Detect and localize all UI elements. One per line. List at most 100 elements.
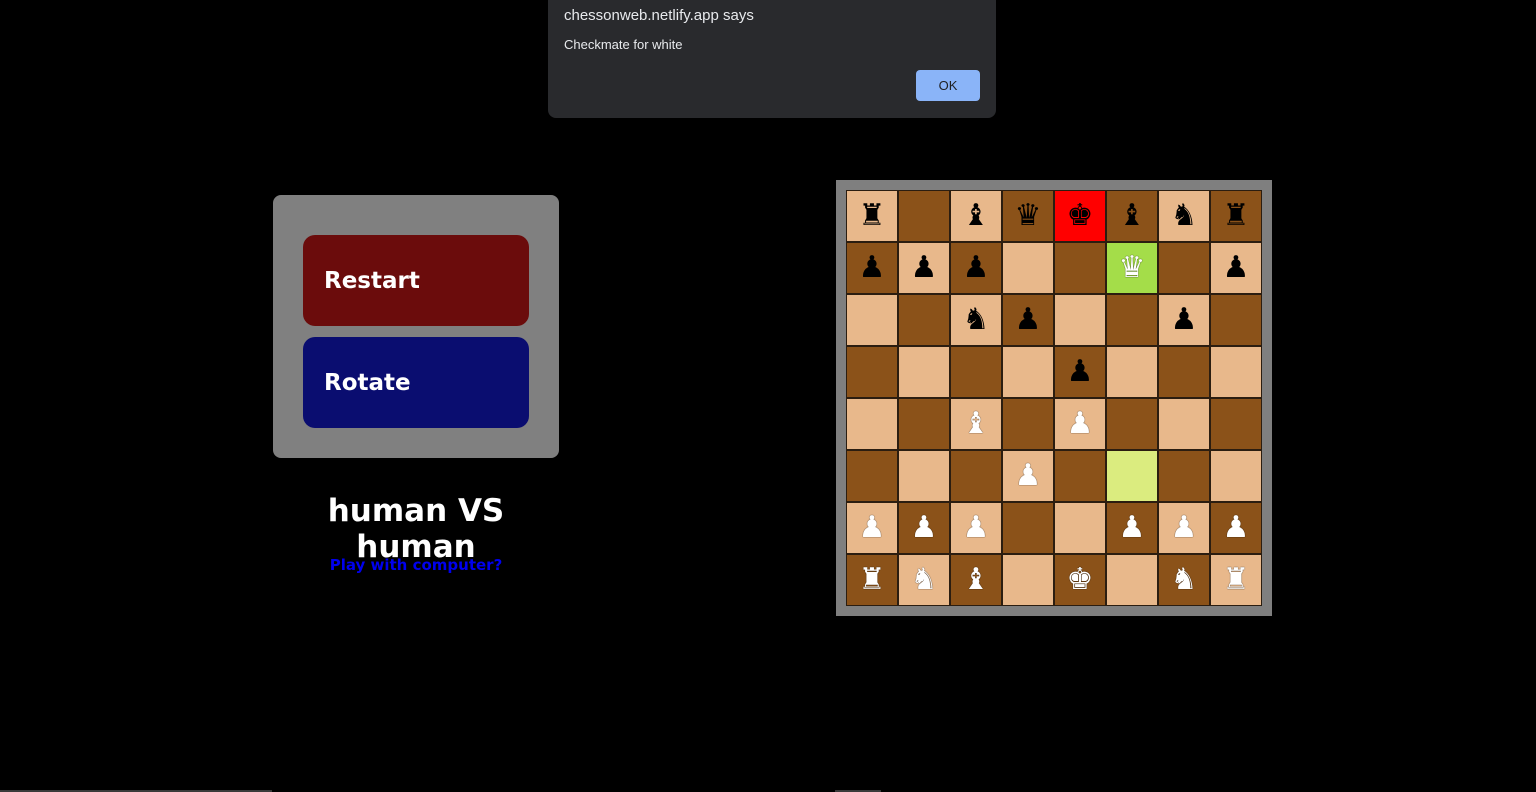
square-d3[interactable]: ♟ [1002,450,1054,502]
square-h2[interactable]: ♟ [1210,502,1262,554]
white-knight-icon[interactable]: ♞ [911,565,938,595]
white-rook-icon[interactable]: ♜ [859,565,886,595]
white-pawn-icon[interactable]: ♟ [963,513,990,543]
square-a4[interactable] [846,398,898,450]
square-f5[interactable] [1106,346,1158,398]
square-b4[interactable] [898,398,950,450]
black-rook-icon[interactable]: ♜ [859,201,886,231]
square-g2[interactable]: ♟ [1158,502,1210,554]
square-b3[interactable] [898,450,950,502]
square-c2[interactable]: ♟ [950,502,1002,554]
square-f2[interactable]: ♟ [1106,502,1158,554]
square-h7[interactable]: ♟ [1210,242,1262,294]
square-h8[interactable]: ♜ [1210,190,1262,242]
square-f3[interactable] [1106,450,1158,502]
square-e8[interactable]: ♚ [1054,190,1106,242]
square-g6[interactable]: ♟ [1158,294,1210,346]
square-g8[interactable]: ♞ [1158,190,1210,242]
square-d7[interactable] [1002,242,1054,294]
square-b5[interactable] [898,346,950,398]
square-a6[interactable] [846,294,898,346]
black-knight-icon[interactable]: ♞ [963,305,990,335]
square-a5[interactable] [846,346,898,398]
black-rook-icon[interactable]: ♜ [1223,201,1250,231]
square-d2[interactable] [1002,502,1054,554]
black-pawn-icon[interactable]: ♟ [1223,253,1250,283]
dialog-ok-button[interactable]: OK [916,70,980,101]
white-king-icon[interactable]: ♚ [1067,565,1094,595]
white-pawn-icon[interactable]: ♟ [1223,513,1250,543]
square-f8[interactable]: ♝ [1106,190,1158,242]
square-f4[interactable] [1106,398,1158,450]
control-panel: Restart Rotate [273,195,559,458]
square-b1[interactable]: ♞ [898,554,950,606]
square-b8[interactable] [898,190,950,242]
square-f1[interactable] [1106,554,1158,606]
square-f6[interactable] [1106,294,1158,346]
white-pawn-icon[interactable]: ♟ [911,513,938,543]
white-pawn-icon[interactable]: ♟ [1015,461,1042,491]
square-e7[interactable] [1054,242,1106,294]
white-queen-icon[interactable]: ♛ [1119,253,1146,283]
square-a1[interactable]: ♜ [846,554,898,606]
square-h6[interactable] [1210,294,1262,346]
square-b7[interactable]: ♟ [898,242,950,294]
square-c7[interactable]: ♟ [950,242,1002,294]
square-c1[interactable]: ♝ [950,554,1002,606]
play-with-computer-link[interactable]: Play with computer? [273,556,559,574]
square-d6[interactable]: ♟ [1002,294,1054,346]
square-e6[interactable] [1054,294,1106,346]
white-bishop-icon[interactable]: ♝ [963,565,990,595]
rotate-button[interactable]: Rotate [303,337,529,428]
square-c6[interactable]: ♞ [950,294,1002,346]
square-c5[interactable] [950,346,1002,398]
square-a7[interactable]: ♟ [846,242,898,294]
white-pawn-icon[interactable]: ♟ [1067,409,1094,439]
square-d4[interactable] [1002,398,1054,450]
black-queen-icon[interactable]: ♛ [1015,201,1042,231]
square-a2[interactable]: ♟ [846,502,898,554]
square-f7[interactable]: ♛ [1106,242,1158,294]
square-e1[interactable]: ♚ [1054,554,1106,606]
square-e3[interactable] [1054,450,1106,502]
white-bishop-icon[interactable]: ♝ [963,409,990,439]
square-h1[interactable]: ♜ [1210,554,1262,606]
white-pawn-icon[interactable]: ♟ [1171,513,1198,543]
square-c4[interactable]: ♝ [950,398,1002,450]
white-knight-icon[interactable]: ♞ [1171,565,1198,595]
square-e2[interactable] [1054,502,1106,554]
black-pawn-icon[interactable]: ♟ [859,253,886,283]
square-h3[interactable] [1210,450,1262,502]
square-a8[interactable]: ♜ [846,190,898,242]
black-pawn-icon[interactable]: ♟ [1015,305,1042,335]
square-h5[interactable] [1210,346,1262,398]
black-bishop-icon[interactable]: ♝ [1119,201,1146,231]
black-bishop-icon[interactable]: ♝ [963,201,990,231]
white-pawn-icon[interactable]: ♟ [859,513,886,543]
square-e5[interactable]: ♟ [1054,346,1106,398]
square-g1[interactable]: ♞ [1158,554,1210,606]
restart-button[interactable]: Restart [303,235,529,326]
white-rook-icon[interactable]: ♜ [1223,565,1250,595]
square-e4[interactable]: ♟ [1054,398,1106,450]
square-d8[interactable]: ♛ [1002,190,1054,242]
square-c3[interactable] [950,450,1002,502]
square-g4[interactable] [1158,398,1210,450]
square-g3[interactable] [1158,450,1210,502]
square-b2[interactable]: ♟ [898,502,950,554]
black-pawn-icon[interactable]: ♟ [963,253,990,283]
black-pawn-icon[interactable]: ♟ [911,253,938,283]
square-b6[interactable] [898,294,950,346]
square-g7[interactable] [1158,242,1210,294]
square-a3[interactable] [846,450,898,502]
black-king-icon[interactable]: ♚ [1067,201,1094,231]
black-pawn-icon[interactable]: ♟ [1171,305,1198,335]
square-d1[interactable] [1002,554,1054,606]
square-c8[interactable]: ♝ [950,190,1002,242]
square-h4[interactable] [1210,398,1262,450]
black-knight-icon[interactable]: ♞ [1171,201,1198,231]
square-g5[interactable] [1158,346,1210,398]
black-pawn-icon[interactable]: ♟ [1067,357,1094,387]
square-d5[interactable] [1002,346,1054,398]
white-pawn-icon[interactable]: ♟ [1119,513,1146,543]
